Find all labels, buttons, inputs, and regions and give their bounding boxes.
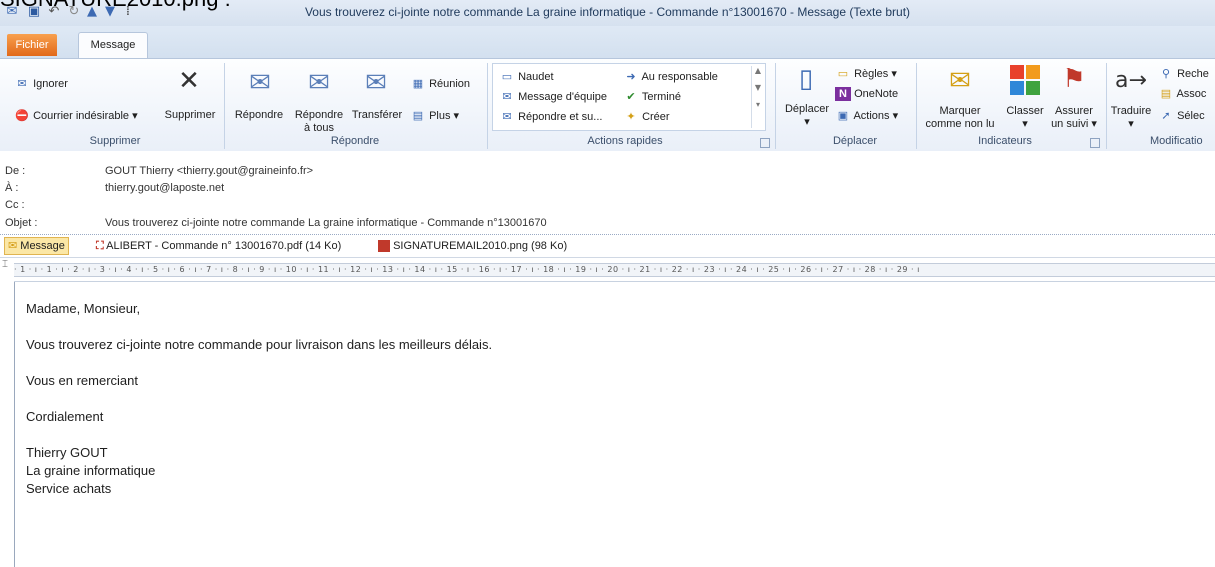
group-separator xyxy=(775,63,776,149)
ignore-conversation-icon: ✉ xyxy=(17,78,27,90)
attachment-png[interactable]: SIGNATUREMAIL2010.png (98 Ko) xyxy=(378,238,567,254)
signature-name: Thierry GOUT xyxy=(26,445,108,460)
image-file-icon xyxy=(378,240,390,253)
forward-icon[interactable]: ✉ xyxy=(360,67,392,99)
quick-step-termine[interactable]: ✔ Terminé xyxy=(623,90,681,104)
mark-unread-button-label[interactable]: Marquer comme non lu xyxy=(920,105,1000,131)
meeting-button[interactable]: ▦ Réunion xyxy=(410,77,470,91)
ruler-corner-icon[interactable]: ⌶ xyxy=(2,259,8,270)
forward-button-label[interactable]: Transférer xyxy=(346,109,408,122)
find-button[interactable]: ⚲ Reche xyxy=(1158,67,1209,81)
to-manager-icon: ➜ xyxy=(626,71,636,83)
ruler-scale[interactable]: · 1 · ı · 1 · ı · 2 · ı · 3 · ı · 4 · ı … xyxy=(14,263,1215,277)
quick-steps-gallery: ▭ Naudet ✉ Message d'équipe ✉ Répondre e… xyxy=(492,63,766,131)
message-headers: De : GOUT Thierry <thierry.gout@grainein… xyxy=(0,151,1215,233)
group-label-modification: Modificatio xyxy=(1150,135,1203,147)
group-separator xyxy=(224,63,225,149)
move-icon[interactable]: ▯ xyxy=(790,63,822,95)
subject-value: Vous trouverez ci-jointe notre commande … xyxy=(105,217,547,229)
related-button[interactable]: ▤ Assoc xyxy=(1158,87,1207,101)
more-button[interactable]: ▤ Plus ▾ xyxy=(410,109,459,123)
group-label-repondre: Répondre xyxy=(330,135,380,147)
body-line: Vous trouverez ci-jointe notre commande … xyxy=(26,337,493,352)
related-icon: ▤ xyxy=(1160,88,1172,100)
binoculars-icon: ⚲ xyxy=(1161,68,1171,80)
gallery-more-icon[interactable]: ▾ xyxy=(752,100,764,109)
ribbon: ✉ Ignorer ⛔ Courrier indésirable ▾ ✕ Sup… xyxy=(0,58,1215,152)
group-label-supprimer: Supprimer xyxy=(89,135,141,147)
scroll-up-icon[interactable]: ▲ xyxy=(752,66,764,75)
indicateurs-launcher-icon[interactable] xyxy=(1090,138,1100,148)
actions-icon: ▣ xyxy=(837,110,849,122)
group-separator xyxy=(916,63,917,149)
group-separator xyxy=(487,63,488,149)
follow-up-flag-icon[interactable]: ⚑ xyxy=(1058,63,1090,95)
attachments-bar: ✉ Message ⛶ ALIBERT - Commande n° 130016… xyxy=(0,234,1215,258)
move-button-label[interactable]: Déplacer ▾ xyxy=(780,103,834,129)
rules-button[interactable]: ▭ Règles ▾ xyxy=(835,67,897,81)
categorize-icon[interactable] xyxy=(1010,65,1040,95)
to-label: À : xyxy=(5,182,19,194)
signature-company: La graine informatique xyxy=(26,463,156,478)
junk-mail-icon: ⛔ xyxy=(15,110,29,122)
translate-button-label[interactable]: Traduire ▾ xyxy=(1108,105,1154,131)
cursor-icon: ➚ xyxy=(1161,110,1171,122)
body-line: Cordialement xyxy=(26,409,104,424)
quick-step-naudet[interactable]: ▭ Naudet xyxy=(499,70,554,84)
tab-fichier[interactable]: Fichier xyxy=(7,34,57,56)
categorize-button-label[interactable]: Classer ▾ xyxy=(1000,105,1050,131)
calendar-icon: ▦ xyxy=(412,78,424,90)
checkmark-icon: ✔ xyxy=(626,91,636,103)
delete-button-label[interactable]: Supprimer xyxy=(158,109,222,122)
move-to-folder-icon: ▭ xyxy=(501,71,513,83)
onenote-button[interactable]: N OneNote xyxy=(835,87,898,101)
envelope-icon: ✉ xyxy=(8,240,18,252)
rules-icon: ▭ xyxy=(837,68,849,80)
message-body[interactable]: Madame, Monsieur, Vous trouverez ci-join… xyxy=(26,300,492,498)
delete-icon[interactable]: ✕ xyxy=(173,65,205,97)
scroll-down-icon[interactable]: ▼ xyxy=(752,83,764,92)
ribbon-tabs: Fichier Message xyxy=(0,26,1215,59)
group-separator xyxy=(1106,63,1107,149)
quick-step-message-equipe[interactable]: ✉ Message d'équipe xyxy=(499,90,607,104)
group-label-actions-rapides: Actions rapides xyxy=(587,135,663,147)
reply-all-icon[interactable]: ✉ xyxy=(303,67,335,99)
subject-label: Objet : xyxy=(5,217,38,229)
pdf-file-icon: ⛶ xyxy=(96,240,104,252)
reply-all-button-label[interactable]: Répondre à tous xyxy=(289,109,349,135)
from-value[interactable]: GOUT Thierry <thierry.gout@graineinfo.fr… xyxy=(105,165,313,177)
quick-steps-launcher-icon[interactable] xyxy=(760,138,770,148)
actions-button[interactable]: ▣ Actions ▾ xyxy=(835,109,898,123)
ignorer-button[interactable]: ✉ Ignorer xyxy=(14,77,68,91)
reply-delete-icon: ✉ xyxy=(502,111,512,123)
group-label-indicateurs: Indicateurs xyxy=(978,135,1032,147)
mark-unread-icon[interactable]: ✉ xyxy=(944,65,976,97)
follow-up-button-label[interactable]: Assurer un suivi ▾ xyxy=(1046,105,1102,131)
gallery-scrollbar[interactable]: ▲ ▼ ▾ xyxy=(751,66,764,128)
team-email-icon: ✉ xyxy=(502,91,512,103)
quick-step-repondre-supprimer[interactable]: ✉ Répondre et su... xyxy=(499,110,602,124)
junk-mail-button[interactable]: ⛔ Courrier indésirable ▾ xyxy=(14,109,138,123)
body-line: Vous en remerciant xyxy=(26,373,139,388)
body-greeting: Madame, Monsieur, xyxy=(26,301,141,316)
more-icon: ▤ xyxy=(412,110,424,122)
tab-message[interactable]: Message xyxy=(78,32,148,59)
attachment-pdf[interactable]: ⛶ ALIBERT - Commande n° 13001670.pdf (14… xyxy=(96,238,341,254)
translate-icon[interactable]: a→ xyxy=(1115,65,1147,97)
quick-step-creer[interactable]: ✦ Créer xyxy=(623,110,669,124)
group-label-deplacer: Déplacer xyxy=(832,135,878,147)
from-label: De : xyxy=(5,165,26,177)
message-tab[interactable]: ✉ Message xyxy=(4,237,69,255)
reply-icon[interactable]: ✉ xyxy=(244,67,276,99)
caption-text: SIGNATURE2010.png : xyxy=(0,0,231,12)
quick-step-au-responsable[interactable]: ➜ Au responsable xyxy=(623,70,718,84)
left-margin-bar: ⌶ xyxy=(0,259,15,567)
select-button[interactable]: ➚ Sélec xyxy=(1158,109,1204,123)
create-new-icon: ✦ xyxy=(626,111,636,123)
to-value[interactable]: thierry.gout@laposte.net xyxy=(105,182,224,194)
onenote-icon: N xyxy=(835,87,851,101)
cc-label: Cc : xyxy=(5,199,25,211)
reply-button-label[interactable]: Répondre xyxy=(228,109,290,122)
signature-department: Service achats xyxy=(26,481,112,496)
